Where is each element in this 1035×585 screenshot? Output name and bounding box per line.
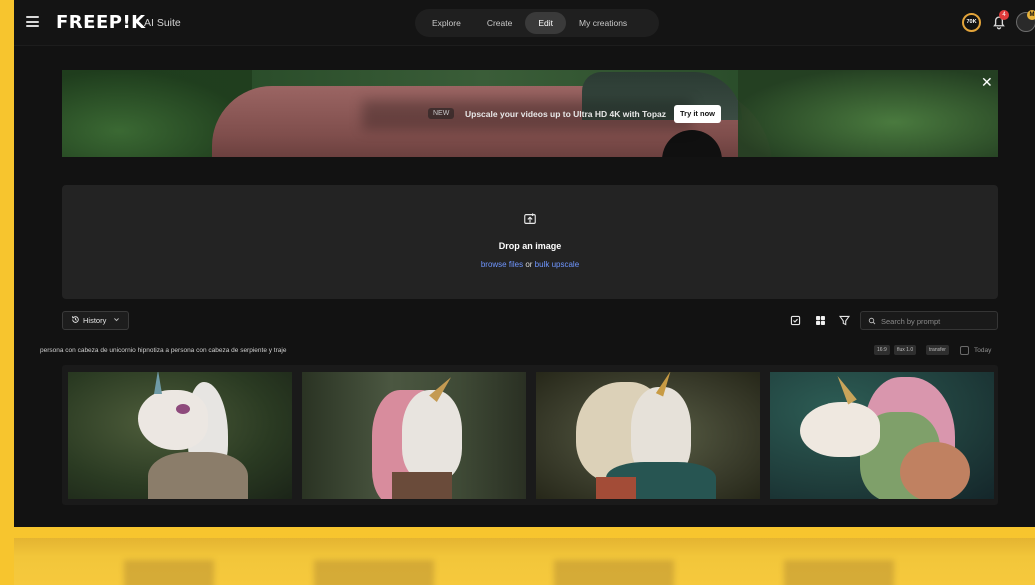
tag-aspect-ratio: 16:9 [874,345,890,355]
drop-title: Drop an image [498,241,562,251]
generated-image-2[interactable] [302,372,526,499]
credits-indicator[interactable]: 70K [962,13,981,32]
search-icon [868,317,876,325]
banner-text: Upscale your videos up to Ultra HD 4K wi… [465,109,667,119]
banner-foliage-right [738,70,998,157]
new-badge: NEW [428,108,455,119]
tab-create[interactable]: Create [474,12,526,34]
brand-logo[interactable]: FREEP!K [56,12,146,33]
grid-view-icon[interactable] [814,314,827,327]
drop-separator: or [525,260,533,269]
tab-my-creations[interactable]: My creations [566,12,640,34]
generation-prompt[interactable]: persona con cabeza de unicornio hipnotiz… [40,347,286,354]
history-dropdown[interactable]: History [62,311,129,330]
tab-edit[interactable]: Edit [525,12,566,34]
history-icon [72,316,79,323]
avatar-badge: M [1027,10,1035,20]
image-gallery [62,365,998,505]
tag-mode: transfer [926,345,949,355]
select-group-checkbox[interactable] [960,346,969,355]
notification-badge: 4 [999,10,1009,20]
drop-links: browse files or bulk upscale [62,260,998,269]
close-icon[interactable]: ✕ [981,74,993,91]
promo-banner: NEW Upscale your videos up to Ultra HD 4… [62,70,998,157]
select-checkbox-icon[interactable] [789,314,802,327]
search-field[interactable] [860,311,998,330]
filter-icon[interactable] [838,314,851,327]
generated-image-1[interactable] [68,372,292,499]
reflected-background [14,538,1035,585]
bulk-upscale-link[interactable]: bulk upscale [535,260,579,269]
history-label: History [83,316,107,325]
app-window: FREEP!K AI Suite Explore Create Edit My … [14,0,1035,527]
generated-image-3[interactable] [536,372,760,499]
image-drop-zone[interactable]: Drop an image browse files or bulk upsca… [62,185,998,299]
tag-model: flux 1.0 [894,345,917,355]
top-bar: FREEP!K AI Suite Explore Create Edit My … [14,0,1035,46]
brand-suffix: AI Suite [144,17,181,29]
browse-files-link[interactable]: browse files [481,260,523,269]
generation-date: Today [974,347,992,354]
generated-image-4[interactable] [770,372,994,499]
chevron-down-icon [114,318,120,322]
main-nav: Explore Create Edit My creations [415,9,659,37]
menu-icon[interactable] [26,16,39,27]
search-input[interactable] [881,314,993,328]
upload-icon [524,213,536,224]
tab-explore[interactable]: Explore [419,12,474,34]
try-it-now-button[interactable]: Try it now [674,105,722,123]
